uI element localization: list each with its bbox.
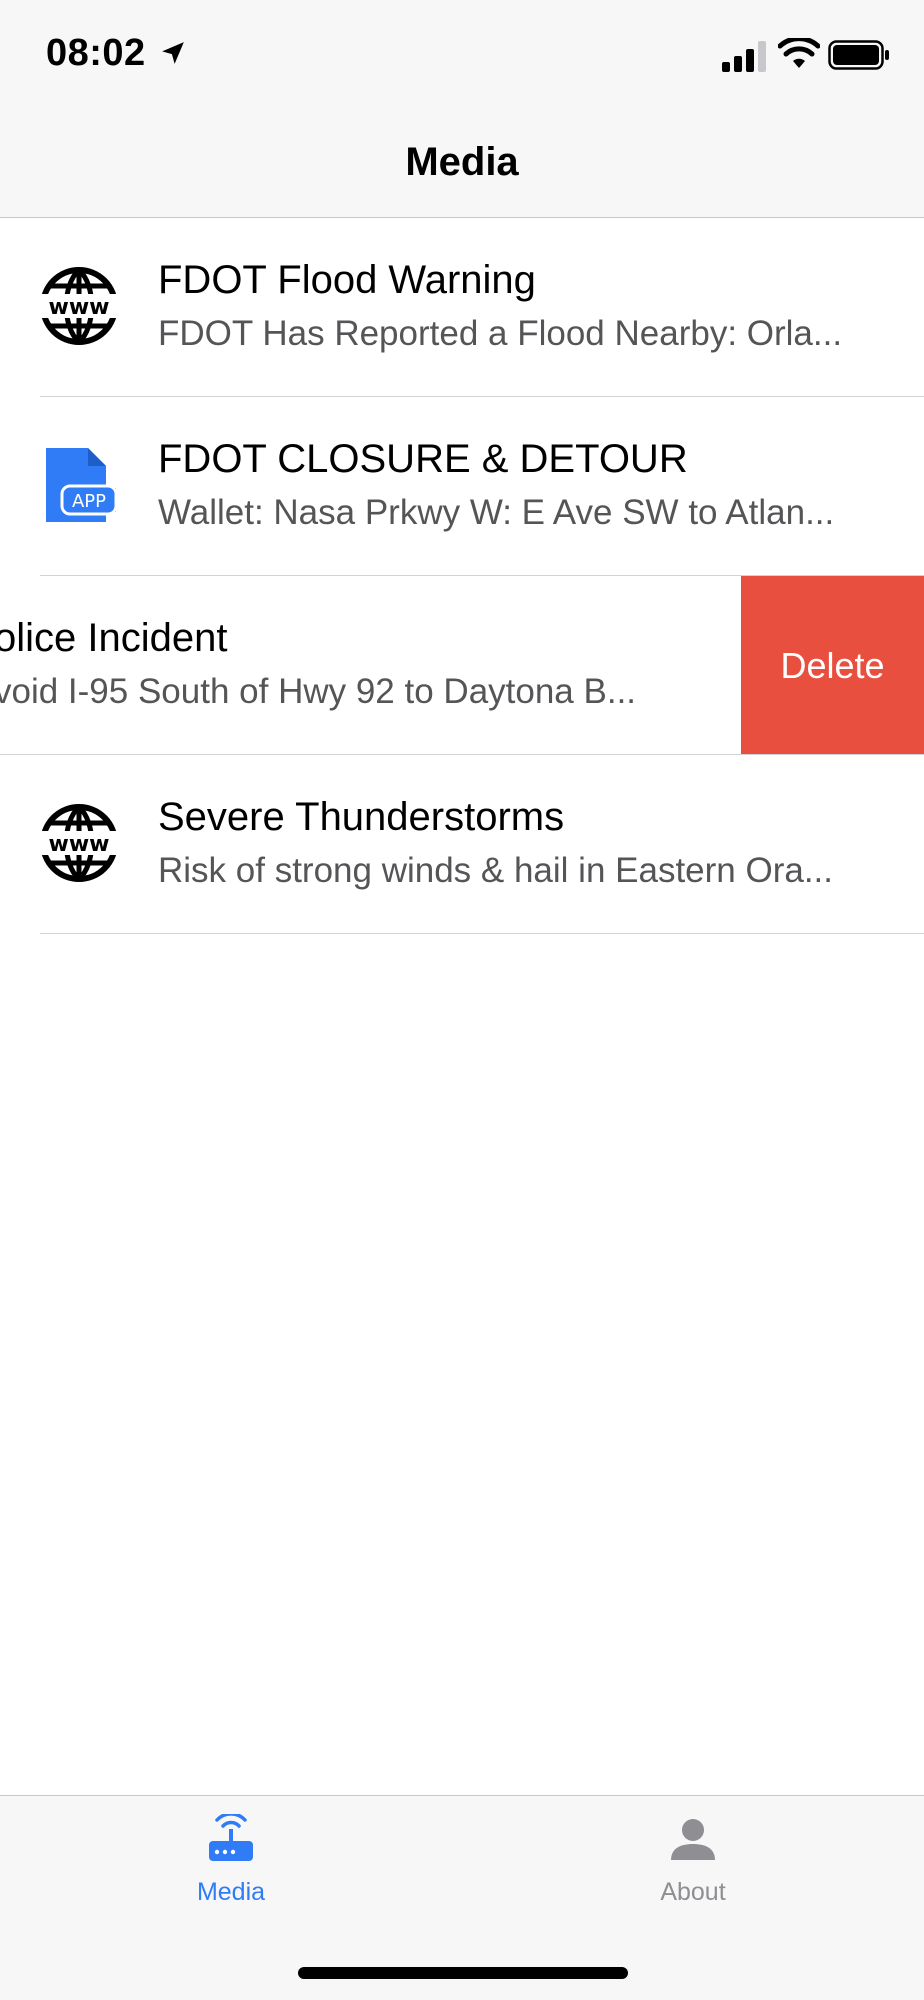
media-list: www FDOT Flood Warning FDOT Has Reported…	[0, 218, 924, 934]
item-subtitle: Risk of strong winds & hail in Eastern O…	[158, 851, 833, 890]
list-item[interactable]: www Severe Thunderstorms Risk of strong …	[0, 755, 924, 934]
item-title: FDOT CLOSURE & DETOUR	[158, 437, 688, 481]
location-arrow-icon	[162, 42, 184, 64]
www-globe-icon: www	[38, 267, 120, 345]
item-subtitle: Wallet: Nasa Prkwy W: E Ave SW to Atlan.…	[158, 493, 835, 532]
tab-label: About	[660, 1878, 726, 1906]
item-title: FDOT Flood Warning	[158, 258, 536, 302]
item-title: Severe Thunderstorms	[158, 795, 565, 839]
item-subtitle: void I-95 South of Hwy 92 to Daytona B..…	[0, 672, 637, 711]
status-time: 08:02	[46, 32, 146, 74]
person-icon	[671, 1819, 715, 1860]
www-globe-icon: www	[38, 804, 120, 882]
item-subtitle: FDOT Has Reported a Flood Nearby: Orla..…	[158, 314, 843, 353]
status-bar: 08:02	[0, 0, 924, 110]
item-title: olice Incident	[0, 616, 228, 660]
list-item[interactable]: APP FDOT CLOSURE & DETOUR Wallet: Nasa P…	[0, 397, 924, 576]
svg-text:APP: APP	[72, 491, 106, 512]
router-wifi-icon	[209, 1814, 253, 1861]
tab-about[interactable]: About	[593, 1814, 793, 1924]
home-indicator[interactable]	[298, 1967, 628, 1979]
wifi-icon	[778, 38, 820, 68]
tab-media[interactable]: Media	[131, 1814, 331, 1924]
tab-label: Media	[196, 1878, 266, 1906]
delete-button[interactable]: Delete	[741, 576, 924, 755]
page-title: Media	[405, 140, 519, 184]
svg-text:www: www	[49, 295, 110, 320]
navigation-bar: Media	[0, 110, 924, 218]
list-item[interactable]: www FDOT Flood Warning FDOT Has Reported…	[0, 218, 924, 397]
cellular-signal-icon	[722, 41, 766, 72]
app-file-icon: APP	[46, 448, 118, 522]
battery-icon	[828, 40, 889, 70]
row-separator	[40, 932, 924, 934]
list-item-swiped[interactable]: olice Incident void I-95 South of Hwy 92…	[0, 576, 924, 755]
svg-text:www: www	[49, 832, 110, 857]
